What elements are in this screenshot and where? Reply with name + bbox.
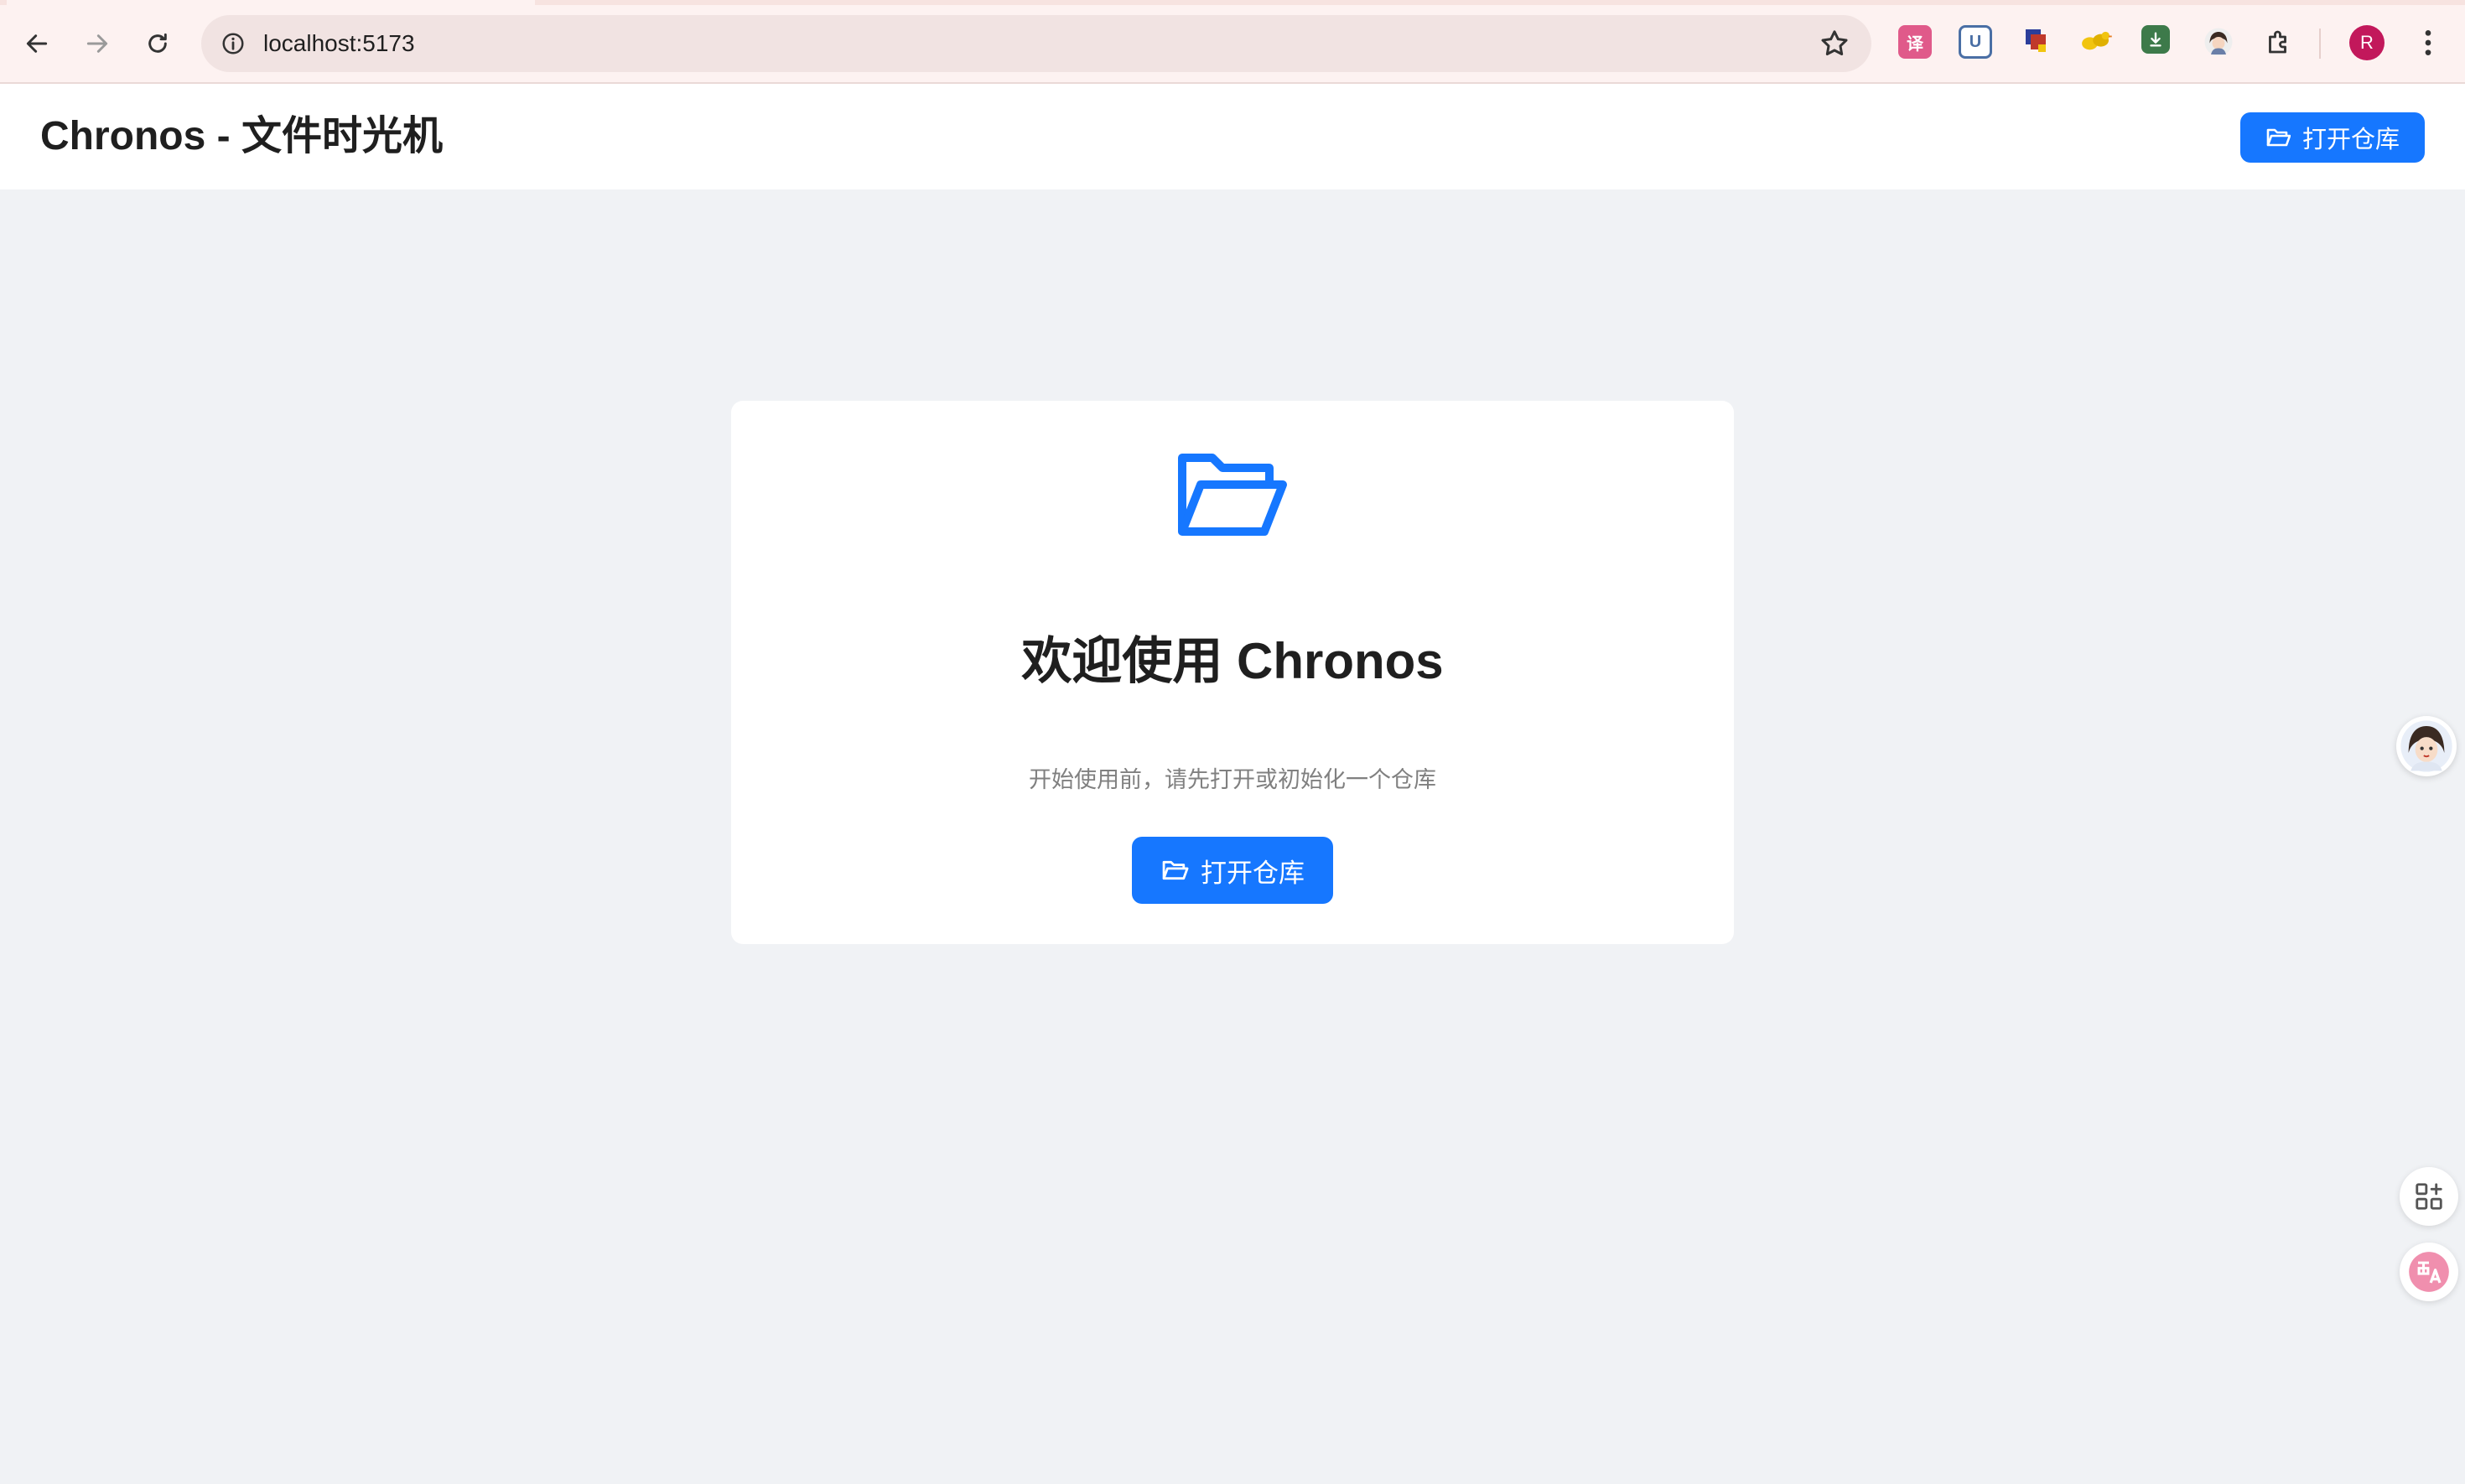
open-repo-label: 打开仓库	[1201, 858, 1305, 888]
bookmark-star-icon[interactable]	[1818, 27, 1851, 60]
translate-extension-icon[interactable]: 译	[1898, 25, 1932, 59]
tab-strip	[0, 0, 2465, 5]
site-info-icon[interactable]	[213, 23, 253, 64]
arrow-left-icon	[26, 34, 48, 53]
apps-tool-button[interactable]	[2400, 1167, 2458, 1226]
folder-open-icon	[1175, 451, 1288, 538]
app-header: Chronos - 文件时光机	[0, 84, 2465, 189]
header-open-repo-button[interactable]: 打开仓库	[2240, 112, 2425, 163]
folder-open-icon	[2266, 128, 2291, 147]
welcome-title: 欢迎使用 Chronos	[1021, 633, 1444, 689]
extensions-puzzle-icon[interactable]	[2262, 25, 2296, 59]
assistant-avatar-icon	[2400, 720, 2452, 772]
reload-icon	[148, 33, 167, 53]
header-open-repo-label: 打开仓库	[2302, 127, 2400, 153]
welcome-subtitle: 开始使用前，请先打开或初始化一个仓库	[1029, 767, 1436, 792]
assistant-avatar-button[interactable]	[2396, 716, 2457, 776]
forward-button[interactable]	[75, 22, 119, 65]
ducks-extension-icon[interactable]	[2079, 25, 2113, 59]
browser-toolbar: localhost:5173 译 U R	[0, 0, 2465, 84]
app-title: Chronos - 文件时光机	[40, 114, 443, 158]
grid-plus-icon	[2416, 1183, 2442, 1210]
avatar-extension-icon[interactable]	[2202, 25, 2235, 59]
toolbar-divider	[2319, 29, 2321, 59]
translate-icon	[2409, 1252, 2449, 1292]
welcome-card: 欢迎使用 Chronos 开始使用前，请先打开或初始化一个仓库 打开仓库	[731, 401, 1734, 944]
open-repo-button[interactable]: 打开仓库	[1132, 837, 1333, 904]
arrow-right-icon	[86, 34, 108, 53]
browser-menu-icon[interactable]	[2411, 25, 2445, 60]
download-extension-icon[interactable]	[2141, 25, 2170, 54]
profile-avatar[interactable]: R	[2349, 25, 2385, 60]
folder-open-icon	[1162, 860, 1189, 880]
translate-tool-button[interactable]	[2400, 1243, 2458, 1301]
active-tab[interactable]	[7, 0, 535, 5]
url-text[interactable]: localhost:5173	[263, 15, 415, 72]
back-button[interactable]	[15, 22, 59, 65]
reload-button[interactable]	[136, 22, 179, 65]
u-extension-icon[interactable]: U	[1959, 25, 1992, 59]
address-bar[interactable]: localhost:5173	[201, 15, 1871, 72]
pixel-bird-extension-icon[interactable]	[2019, 25, 2052, 59]
